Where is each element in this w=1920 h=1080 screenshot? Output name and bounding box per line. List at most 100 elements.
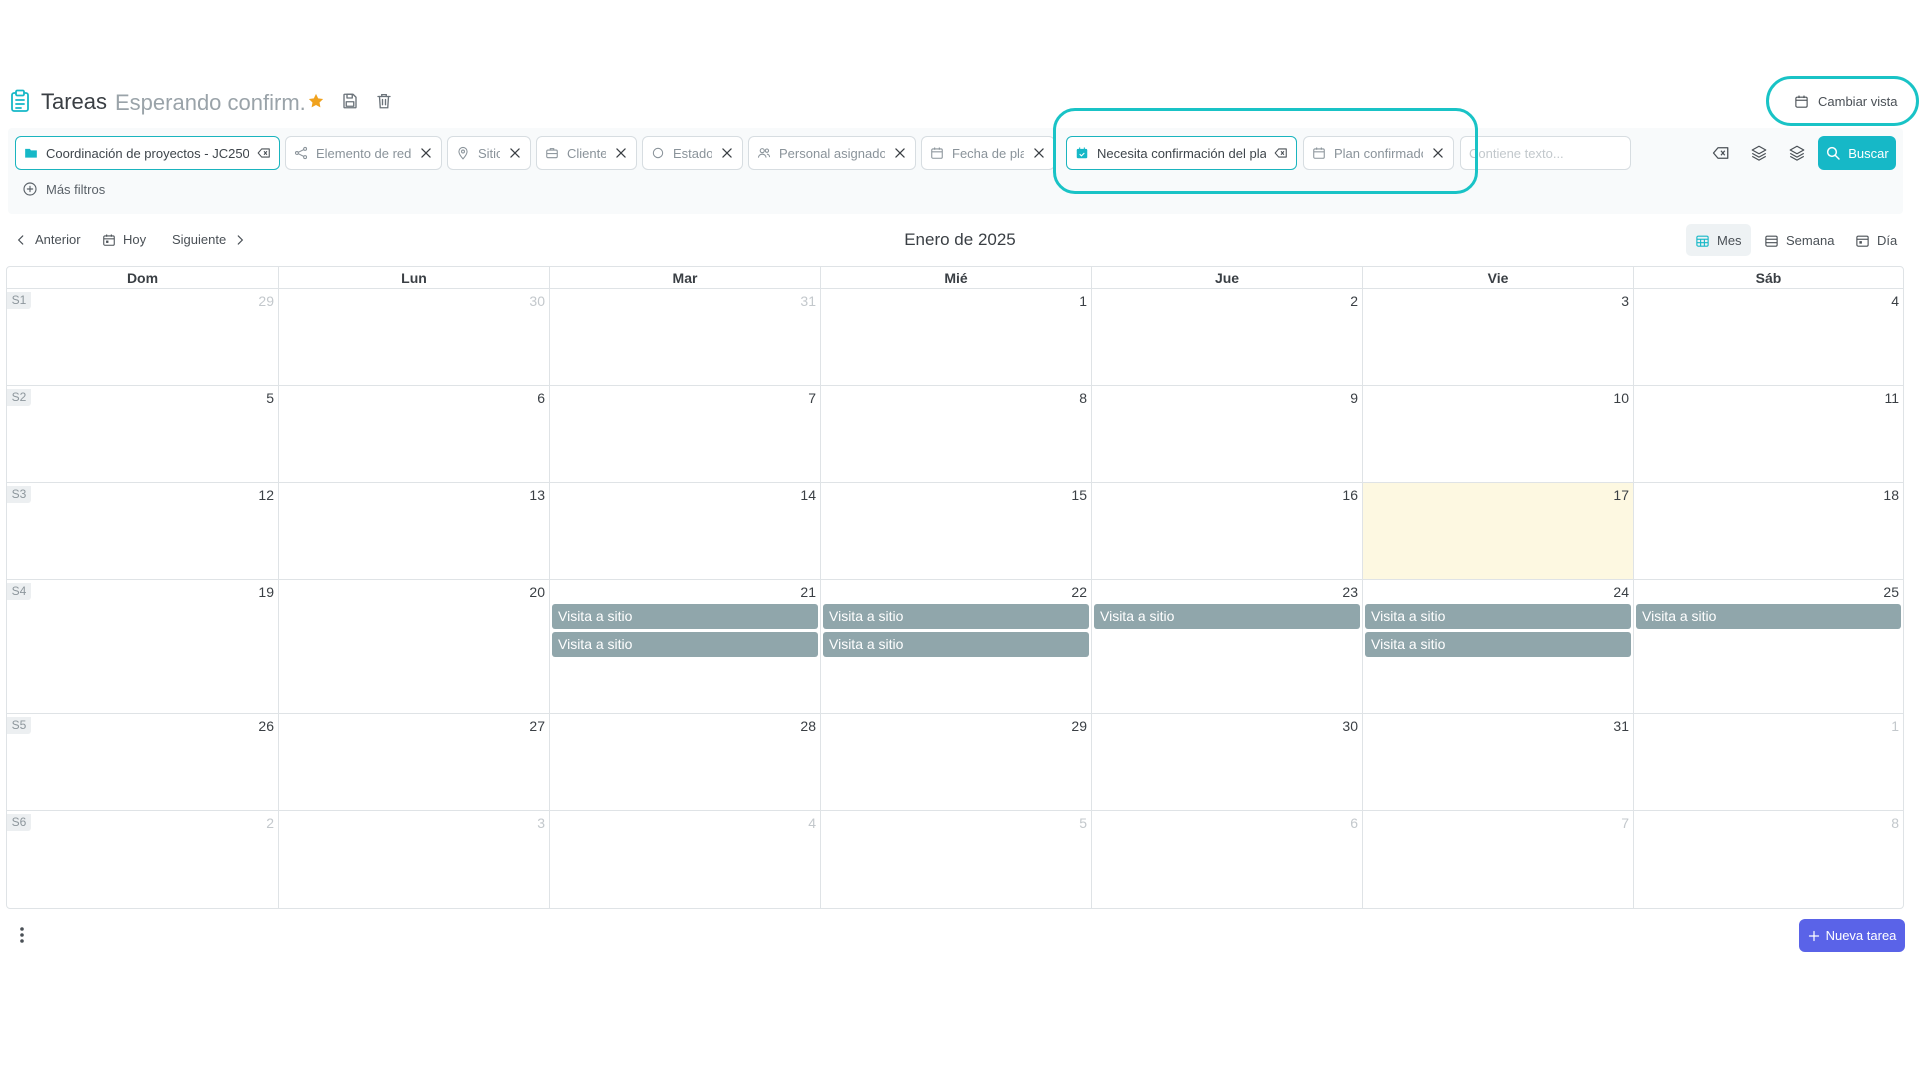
day-cell[interactable]: 15 (820, 483, 1091, 579)
day-cell[interactable]: 4 (549, 811, 820, 908)
day-cell[interactable]: 4 (1633, 289, 1903, 385)
more-options-icon[interactable] (13, 925, 31, 945)
weekday-header-cell: Jue (1091, 267, 1362, 289)
day-cell[interactable]: 1 (1633, 714, 1903, 810)
change-view-label: Cambiar vista (1818, 94, 1898, 109)
day-cell[interactable]: 1 (820, 289, 1091, 385)
day-cell[interactable]: 29 S1 (7, 289, 278, 385)
folder-icon (24, 146, 38, 160)
day-cell[interactable]: 31 (549, 289, 820, 385)
day-cell[interactable]: 7 (549, 386, 820, 482)
day-cell[interactable]: 2 S6 (7, 811, 278, 908)
day-cell[interactable]: 6 (278, 386, 549, 482)
day-cell[interactable]: 30 (1091, 714, 1362, 810)
event-chip[interactable]: Visita a sitio (823, 632, 1089, 657)
event-chip[interactable]: Visita a sitio (1094, 604, 1360, 629)
calendar-icon (930, 146, 944, 160)
clear-filters-icon[interactable] (1712, 144, 1730, 162)
view-day-button[interactable]: Día (1846, 224, 1906, 256)
change-view-button[interactable]: Cambiar vista (1794, 94, 1897, 109)
event-chip[interactable]: Visita a sitio (552, 604, 818, 629)
day-cell[interactable]: 10 (1362, 386, 1633, 482)
day-cell[interactable]: 19 S4 (7, 580, 278, 713)
day-cell[interactable]: 29 (820, 714, 1091, 810)
day-cell[interactable]: 5 (820, 811, 1091, 908)
day-cell[interactable]: 22 Visita a sitio Visita a sitio (820, 580, 1091, 713)
weekday-header-cell: Mié (820, 267, 1091, 289)
filter-chip-status[interactable]: Estado (642, 136, 743, 170)
filter-chip-plan-confirmed[interactable]: Plan confirmado (1303, 136, 1454, 170)
layers-icon[interactable] (1788, 144, 1806, 162)
day-cell[interactable]: 6 (1091, 811, 1362, 908)
day-cell[interactable]: 23 Visita a sitio (1091, 580, 1362, 713)
day-cell[interactable]: 2 (1091, 289, 1362, 385)
day-cell[interactable]: 31 (1362, 714, 1633, 810)
search-button[interactable]: Buscar (1818, 136, 1896, 170)
filter-chip-needs-plan-confirmation[interactable]: Necesita confirmación del plan (1066, 136, 1297, 170)
day-cell[interactable]: 12 S3 (7, 483, 278, 579)
save-icon[interactable] (341, 92, 359, 110)
day-cell[interactable]: 3 (278, 811, 549, 908)
plus-circle-icon (22, 181, 38, 197)
event-chip[interactable]: Visita a sitio (823, 604, 1089, 629)
day-cell[interactable]: 11 (1633, 386, 1903, 482)
new-task-button[interactable]: Nueva tarea (1799, 919, 1905, 952)
week-number-label: S2 (7, 389, 31, 406)
event-chip[interactable]: Visita a sitio (1636, 604, 1901, 629)
calendar-day-icon (1855, 233, 1870, 248)
filter-chip-network-element[interactable]: Elemento de red (285, 136, 442, 170)
day-cell[interactable]: 18 (1633, 483, 1903, 579)
day-number: 3 (1621, 293, 1629, 309)
trash-icon[interactable] (375, 92, 393, 110)
filter-chip-assigned-staff[interactable]: Personal asignado (748, 136, 916, 170)
day-number: 25 (1883, 584, 1899, 600)
day-cell[interactable]: 5 S2 (7, 386, 278, 482)
day-cell[interactable]: 7 (1362, 811, 1633, 908)
close-icon[interactable] (614, 146, 628, 160)
day-cell[interactable]: 25 Visita a sitio (1633, 580, 1903, 713)
day-cell[interactable]: 8 (820, 386, 1091, 482)
week-number-label: S1 (7, 292, 31, 309)
event-chip[interactable]: Visita a sitio (1365, 632, 1631, 657)
more-filters-button[interactable]: Más filtros (22, 181, 105, 197)
day-number: 18 (1883, 487, 1899, 503)
day-cell[interactable]: 28 (549, 714, 820, 810)
filter-chip-project[interactable]: Coordinación de proyectos - JC2501 (15, 136, 280, 170)
day-cell[interactable]: 24 Visita a sitio Visita a sitio (1362, 580, 1633, 713)
filter-chip-client[interactable]: Cliente (536, 136, 637, 170)
day-cell[interactable]: 8 (1633, 811, 1903, 908)
day-cell-today[interactable]: 17 (1362, 483, 1633, 579)
clear-input-icon[interactable] (1274, 146, 1288, 160)
day-cell[interactable]: 14 (549, 483, 820, 579)
week-row: 19 S4 20 21 Visita a sitio Visita a sitio 22 Vi… (7, 580, 1903, 714)
day-cell[interactable]: 27 (278, 714, 549, 810)
close-icon[interactable] (720, 146, 734, 160)
star-icon[interactable] (307, 92, 325, 110)
day-number: 26 (258, 718, 274, 734)
day-cell[interactable]: 21 Visita a sitio Visita a sitio (549, 580, 820, 713)
close-icon[interactable] (419, 146, 433, 160)
filter-chip-plan-date[interactable]: Fecha de plan (921, 136, 1055, 170)
text-filter-input[interactable] (1460, 136, 1631, 170)
view-month-button[interactable]: Mes (1686, 224, 1751, 256)
day-cell[interactable]: 3 (1362, 289, 1633, 385)
close-icon[interactable] (1032, 146, 1046, 160)
close-icon[interactable] (1431, 146, 1445, 160)
event-chip[interactable]: Visita a sitio (552, 632, 818, 657)
view-week-button[interactable]: Semana (1755, 224, 1843, 256)
day-cell[interactable]: 26 S5 (7, 714, 278, 810)
day-cell[interactable]: 20 (278, 580, 549, 713)
event-chip[interactable]: Visita a sitio (1365, 604, 1631, 629)
day-number: 30 (1342, 718, 1358, 734)
clear-input-icon[interactable] (257, 146, 271, 160)
day-cell[interactable]: 9 (1091, 386, 1362, 482)
layers-minus-icon[interactable] (1750, 144, 1768, 162)
close-icon[interactable] (893, 146, 907, 160)
day-cell[interactable]: 13 (278, 483, 549, 579)
day-cell[interactable]: 16 (1091, 483, 1362, 579)
day-cell[interactable]: 30 (278, 289, 549, 385)
day-number: 2 (1350, 293, 1358, 309)
filter-chip-site[interactable]: Sitio (447, 136, 531, 170)
more-filters-label: Más filtros (46, 181, 106, 197)
close-icon[interactable] (508, 146, 522, 160)
